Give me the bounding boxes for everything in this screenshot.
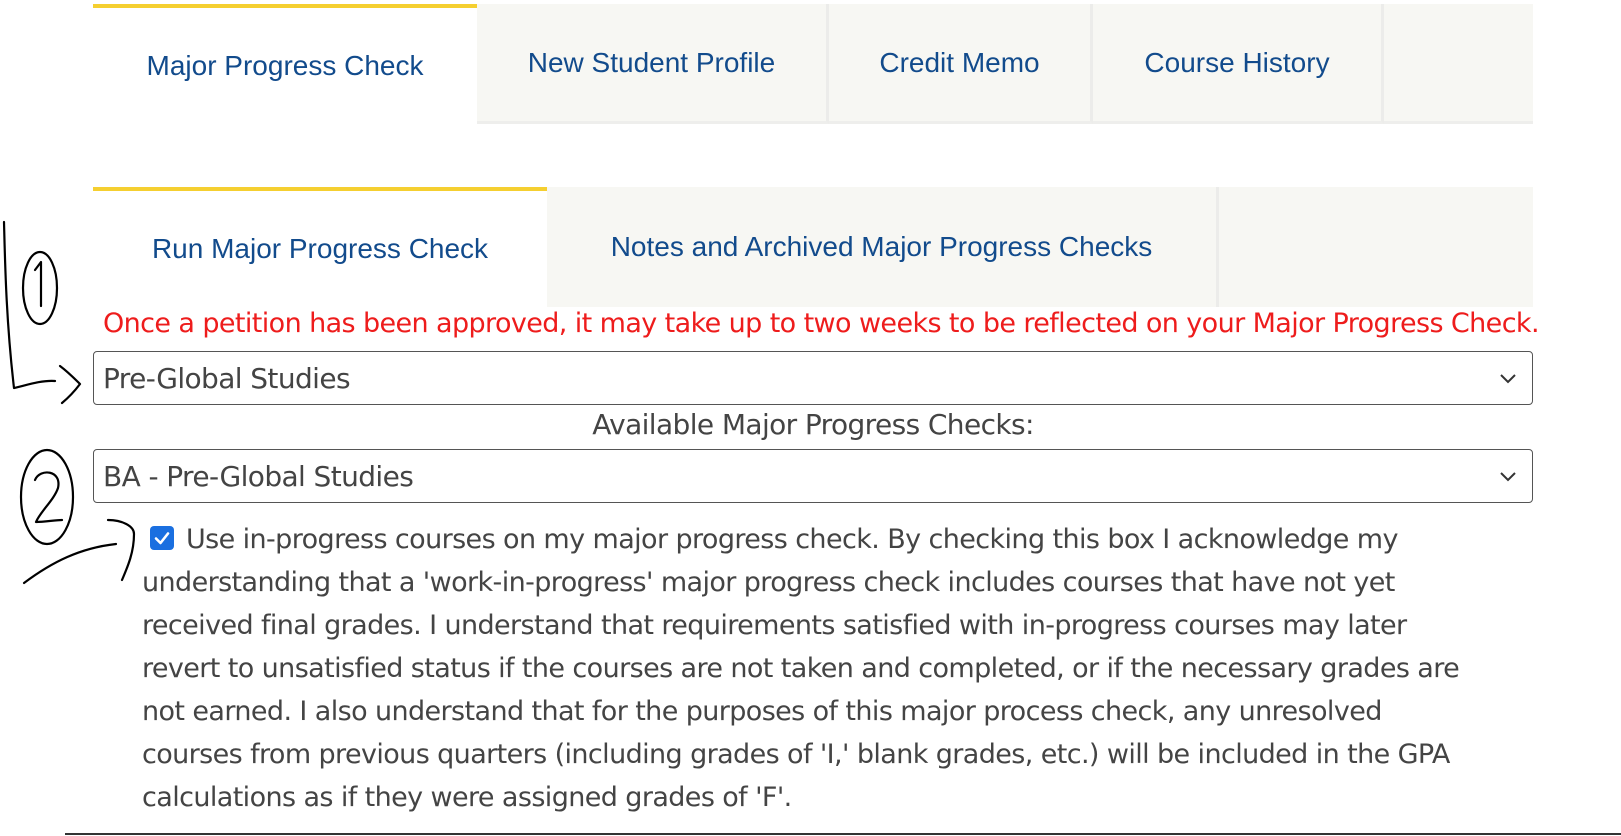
petition-notice: Once a petition has been approved, it ma… — [103, 308, 1540, 339]
checkmark-icon — [154, 532, 170, 545]
tab-new-student-profile[interactable]: New Student Profile — [477, 4, 829, 124]
major-progress-page: Major Progress Check New Student Profile… — [0, 0, 1621, 836]
tab-major-progress-check[interactable]: Major Progress Check — [93, 4, 477, 124]
available-checks-label: Available Major Progress Checks: — [592, 408, 1034, 441]
chevron-down-icon — [1500, 472, 1516, 482]
sub-tab-filler — [1219, 187, 1533, 307]
sub-tab-bar: Run Major Progress Check Notes and Archi… — [93, 187, 1533, 307]
tab-run-major-progress-check[interactable]: Run Major Progress Check — [93, 187, 547, 307]
major-select-value: Pre-Global Studies — [103, 361, 351, 395]
chevron-down-icon — [1500, 374, 1516, 384]
tab-course-history[interactable]: Course History — [1093, 4, 1384, 124]
progress-check-select[interactable]: BA - Pre-Global Studies — [93, 449, 1533, 503]
in-progress-checkbox[interactable] — [150, 526, 174, 550]
progress-check-select-value: BA - Pre-Global Studies — [103, 459, 414, 493]
in-progress-checkbox-label: Use in-progress courses on my major prog… — [142, 524, 1460, 813]
divider — [65, 833, 1621, 835]
handwritten-number-1-arrow-icon — [2, 220, 82, 405]
in-progress-option: Use in-progress courses on my major prog… — [142, 518, 1482, 819]
top-tab-filler — [1384, 4, 1533, 124]
major-select[interactable]: Pre-Global Studies — [93, 351, 1533, 405]
top-tab-bar: Major Progress Check New Student Profile… — [93, 4, 1533, 124]
tab-credit-memo[interactable]: Credit Memo — [829, 4, 1093, 124]
tab-notes-archived-checks[interactable]: Notes and Archived Major Progress Checks — [547, 187, 1219, 307]
